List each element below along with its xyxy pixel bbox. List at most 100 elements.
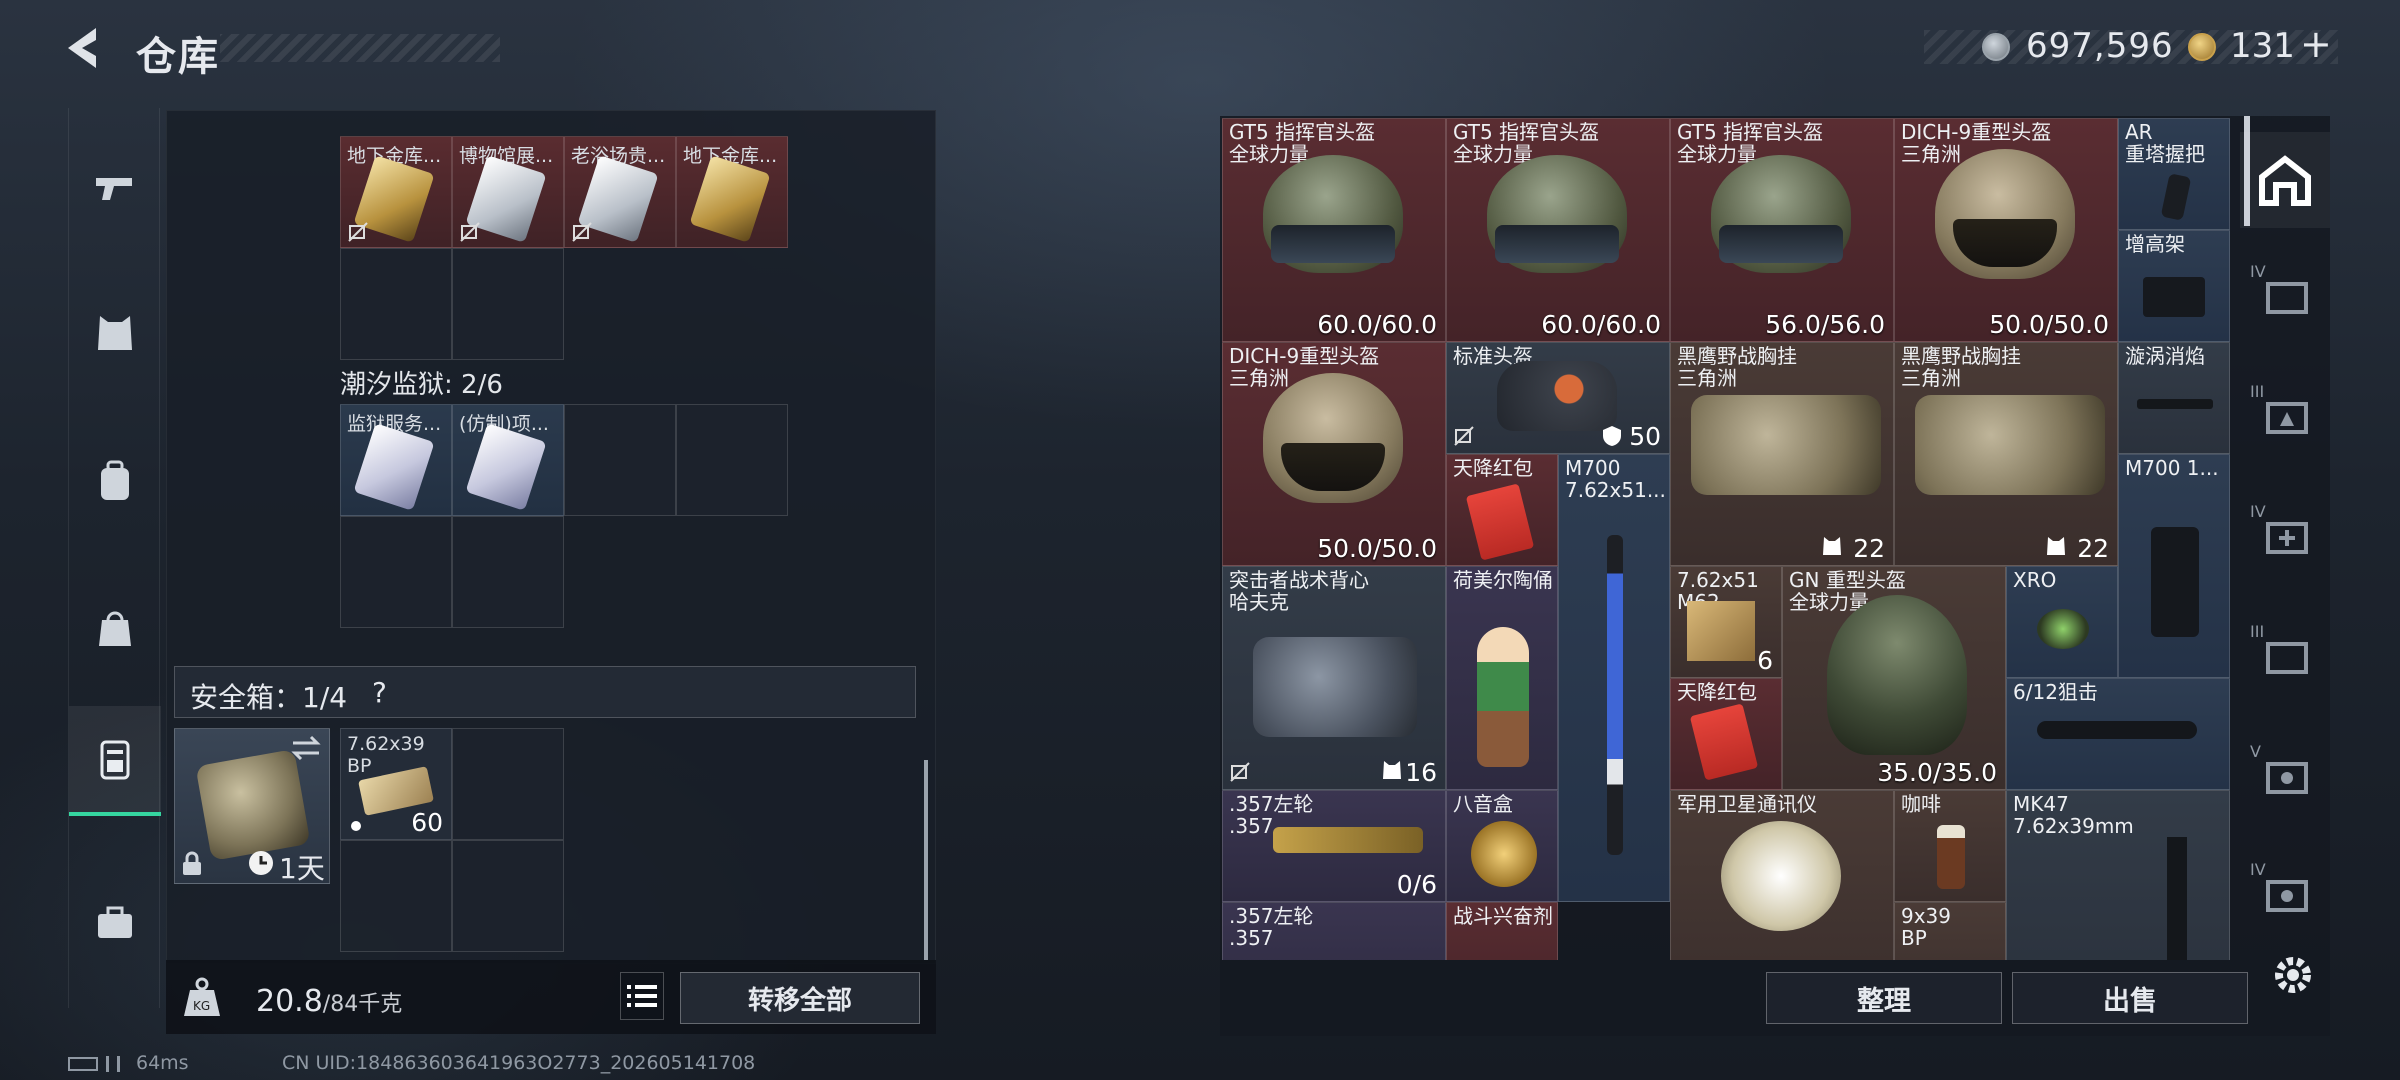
item-ammo-box[interactable]: 7.62x51M62 6 (1670, 566, 1782, 678)
sort-button[interactable]: 整理 (1766, 972, 2002, 1024)
tab-expansion-4c[interactable]: IV (2240, 844, 2330, 940)
gear-box-icon (2266, 762, 2308, 794)
keycard-slot[interactable]: 地下金库... (676, 136, 788, 248)
empty-slot[interactable] (340, 516, 452, 628)
item-magazine[interactable]: M700 1... (2118, 454, 2230, 678)
carry-weight: 20.8/84千克 (256, 984, 403, 1019)
helmet-icon (1263, 373, 1403, 503)
keycard-icon (465, 423, 547, 511)
empty-slot[interactable] (340, 248, 452, 360)
item-red-envelope[interactable]: 天降红包 (1446, 454, 1558, 566)
keycard-slot[interactable]: (仿制)项... (452, 404, 564, 516)
keycard-slot[interactable]: 监狱服务... (340, 404, 452, 516)
dish-icon (1721, 821, 1841, 931)
item-revolver[interactable]: .357左轮 .357 0/6 (1222, 790, 1446, 902)
empty-slot[interactable] (452, 516, 564, 628)
item-chest-rig[interactable]: 黑鹰野战胸挂 三角洲 22 (1670, 342, 1894, 566)
nav-armor[interactable] (69, 278, 161, 388)
nav-safebox[interactable] (69, 706, 161, 816)
safebox-timer: 1天 (279, 852, 325, 885)
clock-icon (249, 851, 273, 875)
empty-slot[interactable] (564, 404, 676, 516)
weight-icon: KG (184, 977, 220, 1016)
item-chest-rig[interactable]: 黑鹰野战胸挂 三角洲 22 (1894, 342, 2118, 566)
coin-balance: 697,596 (2026, 26, 2174, 66)
safebox-icon (100, 740, 130, 780)
item-helmet[interactable]: DICH-9重型头盔 三角洲 50.0/50.0 (1894, 118, 2118, 342)
item-scope[interactable]: 6/12狙击 (2006, 678, 2230, 790)
item-satellite-radio[interactable]: 军用卫星通讯仪 (1670, 790, 1894, 960)
help-button[interactable]: ? (372, 676, 387, 709)
item-figurine[interactable]: 荷美尔陶俑 (1446, 566, 1558, 790)
item-tactical-vest[interactable]: 突击者战术背心 哈夫克 16 (1222, 566, 1446, 790)
safebox-case[interactable]: 1天 (174, 728, 330, 885)
tab-expansion-4b[interactable]: IV (2240, 486, 2330, 582)
list-view-button[interactable] (620, 972, 664, 1020)
keycard-slot[interactable]: 老浴场贵... (564, 136, 676, 248)
item-coffee[interactable]: 咖啡 (1894, 790, 2006, 902)
chest-rig-icon (1691, 395, 1881, 495)
transfer-all-button[interactable]: 转移全部 (680, 972, 920, 1024)
back-arrow-icon[interactable] (62, 24, 110, 72)
sight-icon (2037, 609, 2089, 649)
item-mount[interactable]: 增高架 (2118, 230, 2230, 342)
tab-warehouse[interactable] (2240, 132, 2330, 228)
item-grip[interactable]: AR 重塔握把 (2118, 118, 2230, 230)
item-helmet[interactable]: DICH-9重型头盔 三角洲 50.0/50.0 (1222, 342, 1446, 566)
item-revolver[interactable]: .357左轮 .357 (1222, 902, 1446, 960)
no-trade-icon (1454, 426, 1474, 446)
item-music-box[interactable]: 八音盒 (1446, 790, 1558, 902)
mount-icon (2143, 277, 2205, 317)
item-flash-hider[interactable]: 漩涡消焰 (2118, 342, 2230, 454)
add-premium-button[interactable]: + (2300, 22, 2332, 66)
nav-weapons[interactable] (69, 132, 161, 242)
section-title: 潮汐监狱: 2/6 (340, 370, 503, 400)
item-helmet[interactable]: GT5 指挥官头盔 全球力量 56.0/56.0 (1670, 118, 1894, 342)
nav-pouch[interactable] (69, 572, 161, 682)
toolbox-icon (98, 906, 132, 938)
keycard-slot[interactable]: 博物馆展... (452, 136, 564, 248)
tab-expansion-4a[interactable]: IV (2240, 246, 2330, 342)
item-helmet[interactable]: GN 重型头盔 全球力量 35.0/35.0 (1782, 566, 2006, 790)
chest-rig-icon (1915, 395, 2105, 495)
helmet-icon (1263, 155, 1403, 273)
sell-button[interactable]: 出售 (2012, 972, 2248, 1024)
backpack-icon (101, 460, 129, 500)
empty-slot[interactable] (452, 248, 564, 360)
ammo-count: 60 (411, 808, 443, 837)
empty-slot[interactable] (676, 404, 788, 516)
vest-capacity-icon (1823, 537, 1841, 555)
item-rifle-m700[interactable]: M700 7.62x51... (1558, 454, 1670, 902)
box-icon (2266, 282, 2308, 314)
empty-slot[interactable] (452, 728, 564, 840)
nav-toolbox[interactable] (69, 868, 161, 978)
empty-slot[interactable] (340, 840, 452, 952)
lock-icon (183, 851, 201, 875)
item-ammo[interactable]: 9x39 BP (1894, 902, 2006, 960)
no-trade-icon (348, 222, 368, 242)
nav-backpack[interactable] (69, 426, 161, 536)
warehouse-grid: GT5 指挥官头盔 全球力量 60.0/60.0 GT5 指挥官头盔 全球力量 60… (1222, 118, 2234, 960)
item-helmet[interactable]: 标准头盔 50 (1446, 342, 1670, 454)
item-stimulant[interactable]: 战斗兴奋剂 (1446, 902, 1558, 960)
swap-icon[interactable] (289, 735, 323, 761)
item-rifle-mk47[interactable]: MK47 7.62x39mm (2006, 790, 2230, 960)
tab-expansion-3b[interactable]: III (2240, 606, 2330, 702)
item-sight[interactable]: XRO (2006, 566, 2118, 678)
ammo-slot[interactable]: 7.62x39 BP 60 (340, 728, 452, 840)
helmet-icon (1497, 361, 1617, 431)
durability: 50.0/50.0 (1989, 310, 2109, 339)
empty-slot[interactable] (452, 840, 564, 952)
muzzle-icon (2137, 399, 2213, 409)
item-helmet[interactable]: GT5 指挥官头盔 全球力量 60.0/60.0 (1222, 118, 1446, 342)
tab-expansion-5[interactable]: V (2240, 726, 2330, 822)
item-helmet[interactable]: GT5 指挥官头盔 全球力量 60.0/60.0 (1446, 118, 1670, 342)
left-navigation (68, 108, 161, 1008)
item-red-envelope[interactable]: 天降红包 (1670, 678, 1782, 790)
safebox-title: 安全箱：1/4 (190, 681, 348, 714)
scrollbar[interactable] (924, 760, 928, 960)
settings-gear-icon[interactable] (2268, 950, 2318, 1000)
tab-expansion-3a[interactable]: III (2240, 366, 2330, 462)
keycard-slot[interactable]: 地下金库... (340, 136, 452, 248)
rifle-icon (1607, 535, 1623, 855)
